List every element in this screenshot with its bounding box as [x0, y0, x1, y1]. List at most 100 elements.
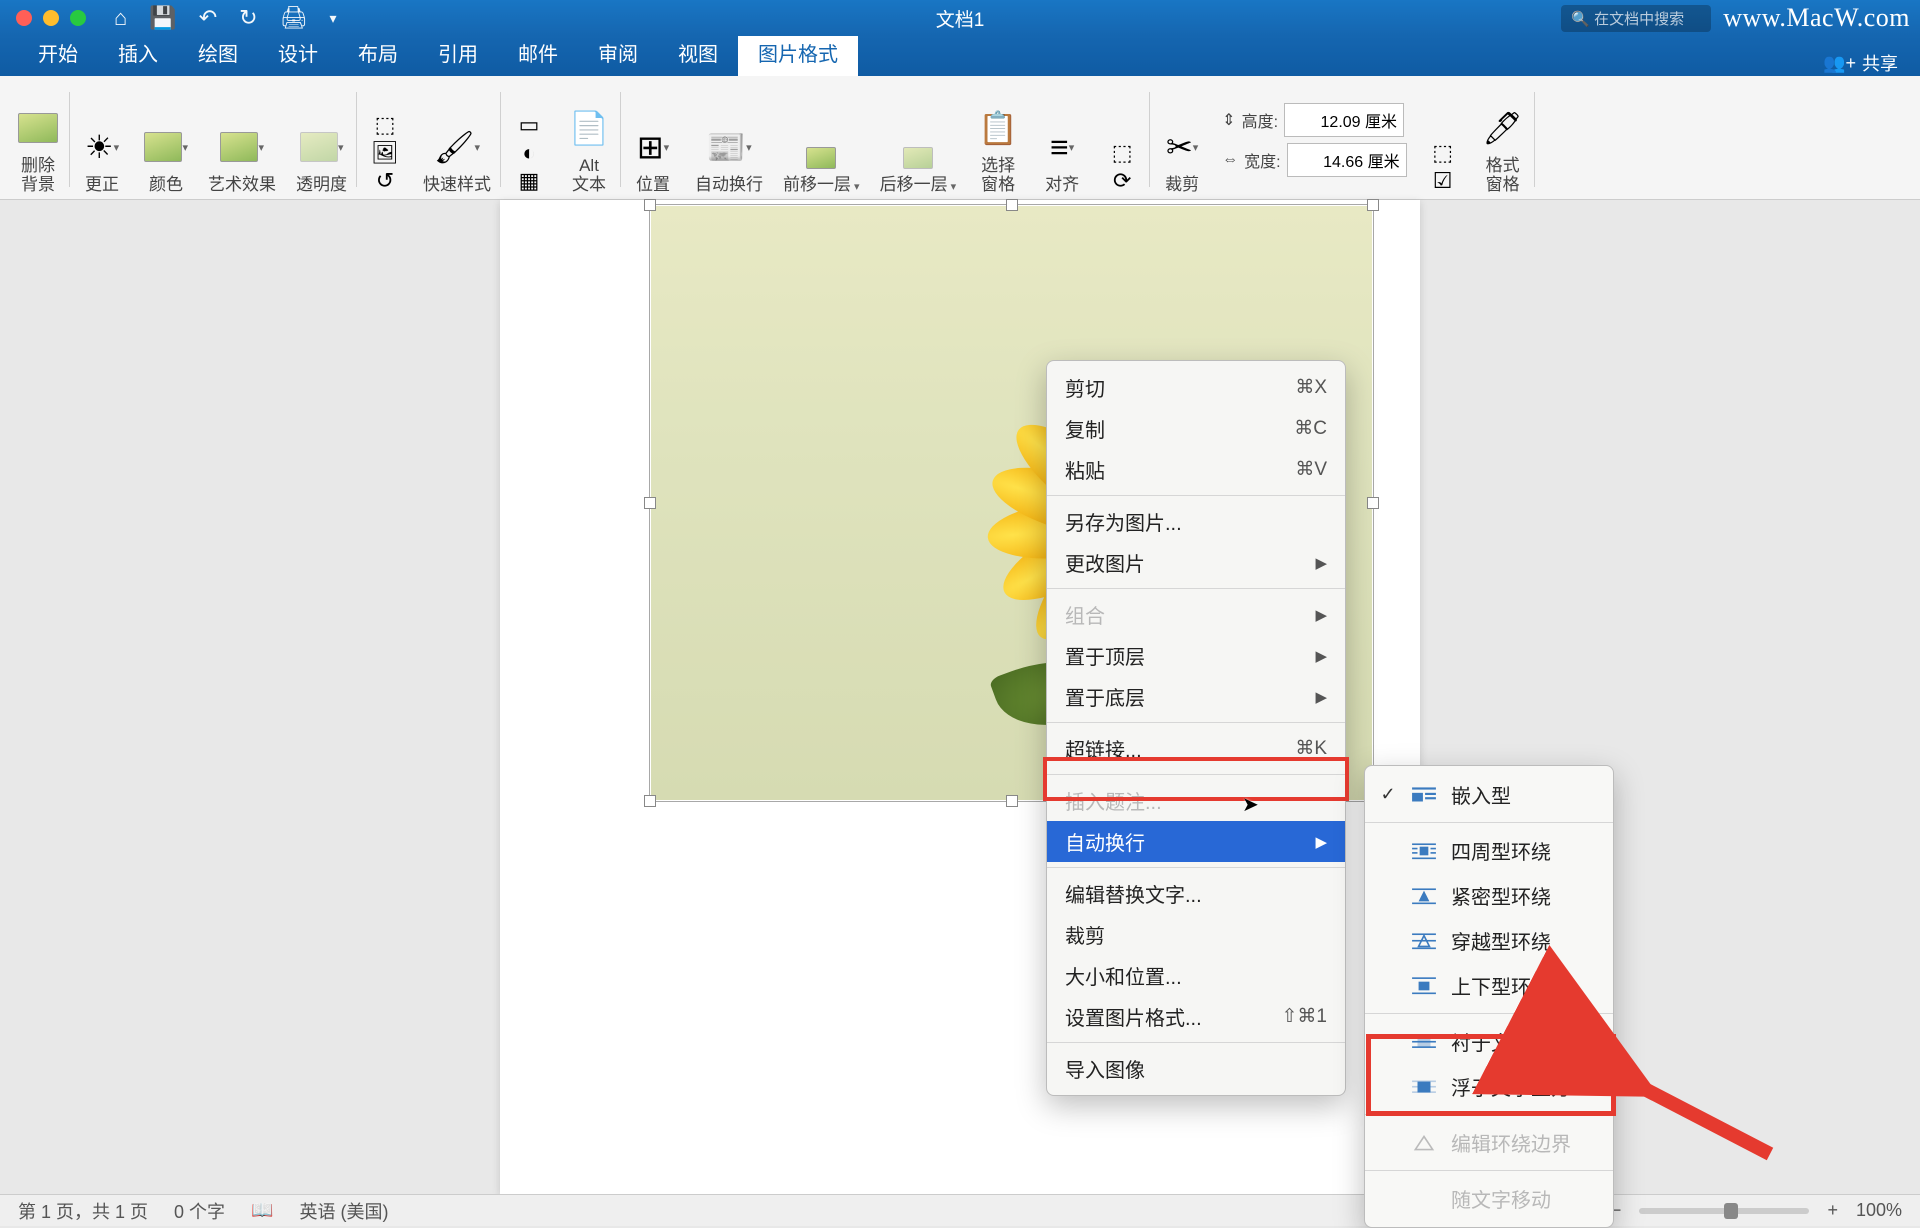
annotation-arrow [1620, 1074, 1780, 1169]
corrections-button[interactable]: ☀ 更正 [70, 84, 134, 195]
wrap-tight[interactable]: 紧密型环绕 [1365, 873, 1613, 918]
resize-handle-ne[interactable] [1367, 199, 1379, 211]
wrap-inline[interactable]: ✓嵌入型 [1365, 772, 1613, 817]
picture-effects-icon[interactable]: ◐ [511, 139, 547, 167]
crop-icon: ✂ [1160, 125, 1204, 169]
picture-border-icon[interactable]: ▭ [511, 111, 547, 139]
position-button[interactable]: ⊞ 位置 [621, 84, 685, 195]
ctx-change-picture[interactable]: 更改图片▶ [1047, 542, 1345, 583]
wrap-behind-text[interactable]: 衬于文字下方 [1365, 1019, 1613, 1064]
search-input[interactable]: 🔍 在文档中搜索 [1561, 5, 1711, 32]
selection-pane-icon: 📋 [976, 106, 1020, 150]
resize-handle-s[interactable] [1006, 795, 1018, 807]
reset-picture-icon[interactable]: ↺ [367, 167, 403, 195]
tab-design[interactable]: 设计 [258, 30, 338, 76]
wrap-submenu: ✓嵌入型 四周型环绕 紧密型环绕 穿越型环绕 上下型环绕 衬于文字下方 浮于文字… [1364, 765, 1614, 1228]
tab-mail[interactable]: 邮件 [498, 30, 578, 76]
word-count[interactable]: 0 个字 [174, 1198, 225, 1224]
picture-layout-icon[interactable]: ▦ [511, 167, 547, 195]
page-count[interactable]: 第 1 页，共 1 页 [18, 1198, 148, 1224]
ctx-crop[interactable]: 裁剪 [1047, 914, 1345, 955]
color-button[interactable]: 颜色 [134, 84, 198, 195]
print-icon[interactable]: 🖨 [280, 5, 308, 31]
maximize-window-button[interactable] [70, 10, 86, 26]
wrap-top-bottom[interactable]: 上下型环绕 [1365, 963, 1613, 1008]
quick-access-toolbar: ⌂ 💾 ↶ ↻ 🖨 ▾ [114, 5, 337, 31]
wrap-square[interactable]: 四周型环绕 [1365, 828, 1613, 873]
zoom-slider[interactable] [1639, 1208, 1809, 1214]
ctx-copy[interactable]: 复制⌘C [1047, 408, 1345, 449]
resize-handle-sw[interactable] [644, 795, 656, 807]
save-icon[interactable]: 💾 [149, 5, 176, 31]
align-button[interactable]: ≡ 对齐 [1030, 84, 1094, 195]
tab-references[interactable]: 引用 [418, 30, 498, 76]
wrap-text-button[interactable]: 📰 自动换行 [685, 84, 773, 195]
tab-draw[interactable]: 绘图 [178, 30, 258, 76]
zoom-level[interactable]: 100% [1856, 1200, 1902, 1221]
wrap-icon: 📰 [707, 125, 751, 169]
wrap-square-icon [1411, 840, 1437, 862]
tab-layout[interactable]: 布局 [338, 30, 418, 76]
language-status[interactable]: 英语 (美国) [299, 1198, 388, 1224]
ctx-import-image[interactable]: 导入图像 [1047, 1048, 1345, 1089]
color-icon [144, 125, 188, 169]
quick-styles-button[interactable]: 🖌 快速样式 [413, 84, 501, 195]
ctx-hyperlink[interactable]: 超链接...⌘K [1047, 728, 1345, 769]
tab-review[interactable]: 审阅 [578, 30, 658, 76]
spellcheck-icon[interactable]: 📖 [251, 1200, 273, 1221]
ctx-format-picture[interactable]: 设置图片格式...⇧⌘1 [1047, 996, 1345, 1037]
resize-handle-nw[interactable] [644, 199, 656, 211]
compress-pictures-icon[interactable]: ⬚ [367, 111, 403, 139]
tab-picture-format[interactable]: 图片格式 [738, 30, 858, 76]
ctx-edit-alt-text[interactable]: 编辑替换文字... [1047, 873, 1345, 914]
bring-forward-button[interactable]: 前移一层 [773, 84, 870, 195]
ctx-size-position[interactable]: 大小和位置... [1047, 955, 1345, 996]
remove-background-button[interactable]: 删除 背景 [6, 84, 70, 195]
share-button[interactable]: 👥+共享 [1823, 50, 1920, 76]
wrap-through-icon [1411, 930, 1437, 952]
document-canvas[interactable] [0, 200, 1920, 1194]
document-title: 文档1 [936, 5, 985, 32]
minimize-window-button[interactable] [43, 10, 59, 26]
send-backward-button[interactable]: 后移一层 [870, 84, 967, 195]
share-icon: 👥+ [1823, 53, 1856, 74]
lock-aspect-icon[interactable]: ☑ [1425, 167, 1461, 195]
size-group: ⇕ 高度: ⇔ 宽度: [1214, 84, 1414, 195]
qat-customize-icon[interactable]: ▾ [330, 10, 337, 27]
redo-icon[interactable]: ↻ [239, 5, 257, 31]
ctx-wrap-text[interactable]: 自动换行▶ [1047, 821, 1345, 862]
resize-handle-w[interactable] [644, 497, 656, 509]
selection-pane-button[interactable]: 📋 选择 窗格 [966, 84, 1030, 195]
tab-home[interactable]: 开始 [18, 30, 98, 76]
group-icon[interactable]: ⬚ [1104, 139, 1140, 167]
resize-handle-e[interactable] [1367, 497, 1379, 509]
tab-view[interactable]: 视图 [658, 30, 738, 76]
rotate-icon[interactable]: ⟳ [1104, 167, 1140, 195]
ctx-send-to-back[interactable]: 置于底层▶ [1047, 676, 1345, 717]
close-window-button[interactable] [16, 10, 32, 26]
crop-button[interactable]: ✂ 裁剪 [1150, 84, 1214, 195]
ctx-paste[interactable]: 粘贴⌘V [1047, 449, 1345, 490]
resize-handle-n[interactable] [1006, 199, 1018, 211]
home-icon[interactable]: ⌂ [114, 5, 127, 31]
wrap-through[interactable]: 穿越型环绕 [1365, 918, 1613, 963]
transparency-button[interactable]: 透明度 [286, 84, 357, 195]
reset-size-icon[interactable]: ⬚ [1425, 139, 1461, 167]
wrap-topbottom-icon [1411, 975, 1437, 997]
alt-text-icon: 📄 [567, 106, 611, 150]
change-picture-icon[interactable]: 🖼 [367, 139, 403, 167]
ctx-bring-to-front[interactable]: 置于顶层▶ [1047, 635, 1345, 676]
height-input[interactable] [1284, 103, 1404, 137]
height-label: 高度: [1242, 108, 1278, 132]
alt-text-button[interactable]: 📄 Alt 文本 [557, 84, 621, 195]
ctx-cut[interactable]: 剪切⌘X [1047, 367, 1345, 408]
ctx-save-as-picture[interactable]: 另存为图片... [1047, 501, 1345, 542]
zoom-in-button[interactable]: + [1827, 1200, 1838, 1221]
width-input[interactable] [1287, 143, 1407, 177]
ctx-insert-caption: 插入题注... [1047, 780, 1345, 821]
undo-icon[interactable]: ↶ [199, 5, 217, 31]
wrap-in-front-of-text[interactable]: 浮于文字上方 [1365, 1064, 1613, 1109]
tab-insert[interactable]: 插入 [98, 30, 178, 76]
artistic-effects-button[interactable]: 艺术效果 [198, 84, 286, 195]
format-pane-button[interactable]: 🖊 格式 窗格 [1471, 84, 1535, 195]
